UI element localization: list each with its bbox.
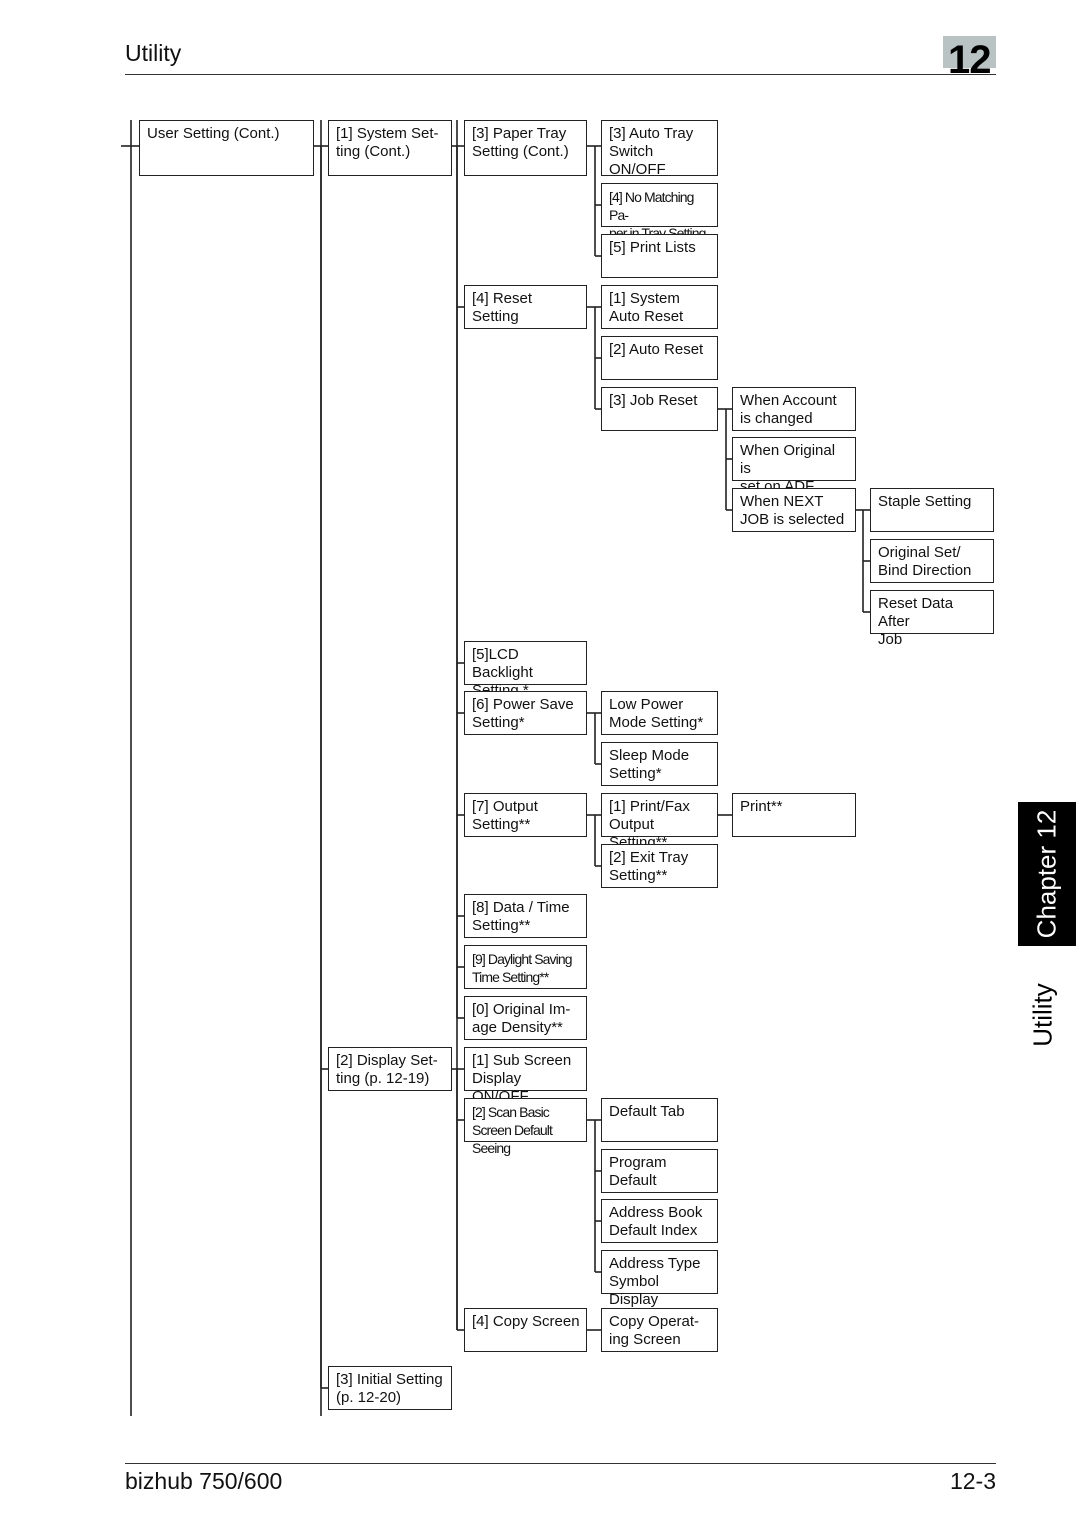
footer-page-number: 12-3 bbox=[949, 1468, 996, 1494]
tree-connectors bbox=[121, 120, 870, 1416]
chapter-tab-label: Chapter 12 bbox=[1031, 809, 1062, 939]
footer-model: bizhub 750/600 bbox=[125, 1468, 283, 1494]
footer-divider bbox=[125, 1463, 996, 1464]
section-side-label: Utility bbox=[1027, 983, 1058, 1047]
